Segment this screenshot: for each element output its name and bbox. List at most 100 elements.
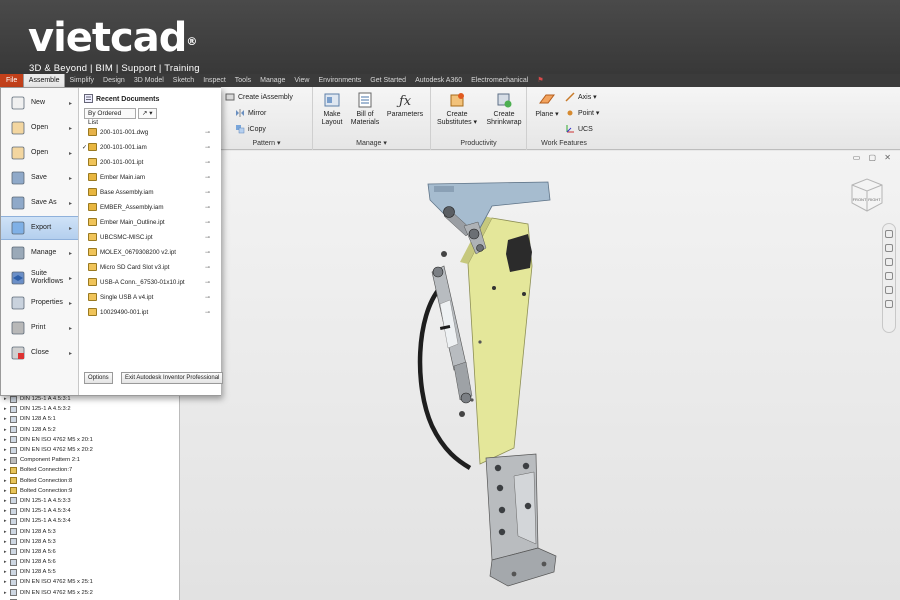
pin-document-icon[interactable]: ⊸ (205, 174, 210, 181)
recent-document-item[interactable]: EMBER_Assembly.iam ⊸ (82, 201, 218, 213)
bill-of-materials-button[interactable]: Bill of Materials (349, 91, 381, 127)
navbar-options-icon[interactable] (885, 300, 893, 308)
graphics-window[interactable]: ▭ ▢ ✕ FRONT RIGHT (180, 151, 900, 600)
pin-document-icon[interactable]: ⊸ (205, 129, 210, 136)
browser-node[interactable]: ▸ DIN EN ISO 4762 M5 x 25:1 (0, 577, 179, 587)
tab-inspect[interactable]: Inspect (199, 74, 231, 87)
zoom-icon[interactable] (885, 258, 893, 266)
make-layout-button[interactable]: Make Layout (317, 91, 347, 127)
recent-document-item[interactable]: 200-101-001.ipt ⊸ (82, 156, 218, 168)
full-navigation-wheel-icon[interactable] (885, 230, 893, 238)
tab-get-started[interactable]: Get Started (366, 74, 411, 87)
point-button[interactable]: Point ▾ (565, 108, 599, 118)
recent-document-item[interactable]: UBCSMC-MISC.ipt ⊸ (82, 231, 218, 243)
browser-node[interactable]: ▸ Component Pattern 2:1 (0, 455, 179, 465)
ucs-button[interactable]: UCS (565, 124, 593, 134)
tab-environments[interactable]: Environments (314, 74, 366, 87)
plane-button[interactable]: Plane ▾ (531, 91, 563, 119)
exit-inventor-button[interactable]: Exit Autodesk Inventor Professional (121, 372, 224, 384)
mirror-button[interactable]: Mirror (235, 108, 266, 118)
pin-document-icon[interactable]: ⊸ (205, 159, 210, 166)
tab-file[interactable]: File (0, 74, 24, 87)
file-menu-save-as[interactable]: Save As ▸ (1, 191, 78, 215)
browser-node[interactable]: ▸ DIN 128 A 5:2 (0, 425, 179, 435)
pan-icon[interactable] (885, 244, 893, 252)
tab-electromechanical[interactable]: Electromechanical (467, 74, 533, 87)
icopy-button[interactable]: iCopy (235, 124, 266, 134)
browser-node[interactable]: ▸ DIN EN ISO 4762 M5 x 20:1 (0, 435, 179, 445)
browser-node[interactable]: ▸ DIN 125-1 A 4.5:3:3 (0, 496, 179, 506)
browser-node[interactable]: ▸ DIN 128 A 5:3 (0, 526, 179, 536)
pin-document-icon[interactable]: ⊸ (205, 219, 210, 226)
tab-view[interactable]: View (290, 74, 314, 87)
recent-document-item[interactable]: Ember Main.iam ⊸ (82, 171, 218, 183)
manage-group-label[interactable]: Manage ▾ (313, 139, 430, 147)
browser-node[interactable]: ▸ DIN 125-1 A 4.5:3:4 (0, 516, 179, 526)
display-options-dropdown[interactable]: ↗ ▾ (138, 108, 157, 119)
tab-autodesk-a360[interactable]: Autodesk A360 (411, 74, 467, 87)
browser-node[interactable]: ▸ DIN EN ISO 4762 M5 x 20:2 (0, 445, 179, 455)
pin-icon[interactable]: ⚑ (533, 74, 548, 87)
recent-document-item[interactable]: Ember Main_Outline.ipt ⊸ (82, 216, 218, 228)
recent-document-item[interactable]: USB-A Conn._67530-01x10.ipt ⊸ (82, 276, 218, 288)
file-menu-open[interactable]: Open ▸ (1, 116, 78, 140)
look-at-icon[interactable] (885, 286, 893, 294)
tab-assemble[interactable]: Assemble (23, 74, 66, 87)
tab-3d-model[interactable]: 3D Model (129, 74, 168, 87)
orbit-icon[interactable] (885, 272, 893, 280)
recent-document-item[interactable]: ✓ 200-101-001.iam ⊸ (82, 141, 218, 153)
browser-node[interactable]: ▸ DIN 125-1 A 4.5:3:2 (0, 404, 179, 414)
create-substitutes-button[interactable]: Create Substitutes ▾ (435, 91, 479, 127)
browser-node[interactable]: ▸ DIN 128 A 5:3 (0, 537, 179, 547)
recent-document-item[interactable]: Micro SD Card Slot v3.ipt ⊸ (82, 261, 218, 273)
file-menu-new[interactable]: New ▸ (1, 91, 78, 115)
create-shrinkwrap-button[interactable]: Create Shrinkwrap (483, 91, 525, 127)
window-controls[interactable]: ▭ ▢ ✕ (853, 153, 894, 162)
parameters-button[interactable]: ƒx Parameters (385, 91, 425, 119)
pin-document-icon[interactable]: ⊸ (205, 144, 210, 151)
pin-document-icon[interactable]: ⊸ (205, 249, 210, 256)
file-menu-close[interactable]: Close ▸ (1, 341, 78, 365)
file-menu-suite-workflows[interactable]: Suite Workflows ▸ (1, 266, 78, 290)
browser-node[interactable]: ▸ DIN 128 A 5:1 (0, 414, 179, 424)
viewcube-icon[interactable]: FRONT RIGHT (848, 175, 886, 215)
pattern-group-label[interactable]: Pattern ▾ (221, 139, 312, 147)
browser-node[interactable]: ▸ Bolted Connection:8 (0, 476, 179, 486)
pin-document-icon[interactable]: ⊸ (205, 294, 210, 301)
assembly-3d-model[interactable] (410, 176, 570, 596)
browser-node[interactable]: ▸ DIN 125-1 A 4.5:3:4 (0, 506, 179, 516)
file-menu-manage[interactable]: Manage ▸ (1, 241, 78, 265)
recent-document-item[interactable]: Single USB A v4.ipt ⊸ (82, 291, 218, 303)
tab-tools[interactable]: Tools (230, 74, 255, 87)
file-menu-properties[interactable]: Properties ▸ (1, 291, 78, 315)
browser-node[interactable]: ▸ DIN 128 A 5:6 (0, 547, 179, 557)
create-iassembly-button[interactable]: Create iAssembly (225, 92, 293, 102)
pin-document-icon[interactable]: ⊸ (205, 189, 210, 196)
recent-document-item[interactable]: Base Assembly.iam ⊸ (82, 186, 218, 198)
tab-sketch[interactable]: Sketch (168, 74, 198, 87)
file-menu-print[interactable]: Print ▸ (1, 316, 78, 340)
pin-document-icon[interactable]: ⊸ (205, 309, 210, 316)
options-button[interactable]: Options (84, 372, 113, 384)
browser-node[interactable]: ▸ Bolted Connection:7 (0, 465, 179, 475)
browser-node[interactable]: ▸ DIN 128 A 5:5 (0, 567, 179, 577)
recent-document-item[interactable]: 10029490-001.ipt ⊸ (82, 306, 218, 318)
file-menu-export[interactable]: Export ▸ (1, 216, 78, 240)
recent-document-item[interactable]: 200-101-001.dwg ⊸ (82, 126, 218, 138)
recent-document-item[interactable]: MOLEX_0679308200 v2.ipt ⊸ (82, 246, 218, 258)
file-menu-save[interactable]: Save ▸ (1, 166, 78, 190)
sort-order-dropdown[interactable]: By Ordered List (84, 108, 136, 126)
pin-document-icon[interactable]: ⊸ (205, 234, 210, 241)
pin-document-icon[interactable]: ⊸ (205, 204, 210, 211)
tab-manage[interactable]: Manage (256, 74, 290, 87)
browser-node[interactable]: ▸ DIN EN ISO 4762 M5 x 25:2 (0, 588, 179, 598)
file-menu-open-folder[interactable]: Open ▸ (1, 141, 78, 165)
axis-button[interactable]: Axis ▾ (565, 92, 597, 102)
pin-document-icon[interactable]: ⊸ (205, 264, 210, 271)
browser-node[interactable]: ▸ Bolted Connection:9 (0, 486, 179, 496)
navigation-bar[interactable] (882, 223, 896, 333)
tab-simplify[interactable]: Simplify (65, 74, 99, 87)
tab-design[interactable]: Design (99, 74, 130, 87)
pin-document-icon[interactable]: ⊸ (205, 279, 210, 286)
browser-node[interactable]: ▸ DIN 128 A 5:6 (0, 557, 179, 567)
